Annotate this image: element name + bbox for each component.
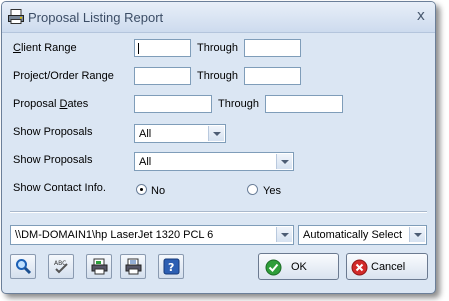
preview-button[interactable] xyxy=(10,254,36,279)
spellcheck-icon: ABC xyxy=(54,260,68,274)
close-icon[interactable]: x xyxy=(417,8,425,24)
cancel-icon xyxy=(351,259,368,276)
show-proposals-select-2[interactable]: All xyxy=(134,152,294,171)
chevron-down-icon[interactable] xyxy=(276,227,292,242)
window-title: Proposal Listing Report xyxy=(28,10,164,25)
printer-select[interactable]: \\DM-DOMAIN1\hp LaserJet 1320 PCL 6 xyxy=(10,225,294,245)
project-range-label: Project/Order Range xyxy=(13,70,114,82)
divider xyxy=(10,211,427,213)
proposal-date-from-input[interactable] xyxy=(134,95,212,113)
client-range-to-input[interactable] xyxy=(244,39,301,57)
contact-yes-radio[interactable] xyxy=(247,184,258,195)
cancel-label: Cancel xyxy=(371,261,406,273)
show-proposals-select-1[interactable]: All xyxy=(134,124,226,143)
export-button[interactable] xyxy=(86,254,112,279)
magnifier-icon xyxy=(16,259,32,275)
client-range-label: Client Range xyxy=(13,42,77,54)
spellcheck-button[interactable]: ABC xyxy=(48,254,74,279)
project-range-to-input[interactable] xyxy=(244,67,301,85)
show-proposals-value-1: All xyxy=(139,128,152,140)
chevron-down-icon[interactable] xyxy=(208,126,224,141)
proposal-listing-dialog: Proposal Listing Report x Client Range T… xyxy=(1,1,436,294)
contact-no-label: No xyxy=(151,185,166,197)
checkmark-icon xyxy=(265,259,282,276)
help-button[interactable]: ? xyxy=(158,254,184,279)
contact-no-radio[interactable] xyxy=(136,184,147,195)
contact-info-label: Show Contact Info. xyxy=(13,182,106,194)
chevron-down-icon[interactable] xyxy=(409,227,425,242)
ok-label: OK xyxy=(291,261,307,273)
export-icon xyxy=(91,258,108,275)
project-range-from-input[interactable] xyxy=(134,67,191,85)
print-button[interactable] xyxy=(120,254,146,279)
svg-text:?: ? xyxy=(168,261,174,274)
project-through-label: Through xyxy=(197,70,238,82)
help-icon: ? xyxy=(163,258,180,275)
dates-through-label: Through xyxy=(218,98,259,110)
title-bar: Proposal Listing Report x xyxy=(2,2,435,33)
printer-icon xyxy=(125,258,142,275)
paper-tray-select[interactable]: Automatically Select xyxy=(298,225,427,245)
proposal-dates-label: Proposal Dates xyxy=(13,98,89,110)
show-proposals-value-2: All xyxy=(139,156,152,168)
contact-yes-label: Yes xyxy=(263,185,281,197)
chevron-down-icon[interactable] xyxy=(276,154,292,169)
client-through-label: Through xyxy=(197,42,238,54)
ok-button[interactable]: OK xyxy=(258,253,339,280)
client-range-from-input[interactable] xyxy=(134,39,191,57)
report-icon xyxy=(8,9,24,24)
paper-tray-value: Automatically Select xyxy=(303,229,403,241)
show-proposals-label-1: Show Proposals xyxy=(13,126,93,138)
cancel-button[interactable]: Cancel xyxy=(346,253,428,280)
printer-value: \\DM-DOMAIN1\hp LaserJet 1320 PCL 6 xyxy=(15,229,214,241)
proposal-date-to-input[interactable] xyxy=(265,95,343,113)
show-proposals-label-2: Show Proposals xyxy=(13,154,93,166)
